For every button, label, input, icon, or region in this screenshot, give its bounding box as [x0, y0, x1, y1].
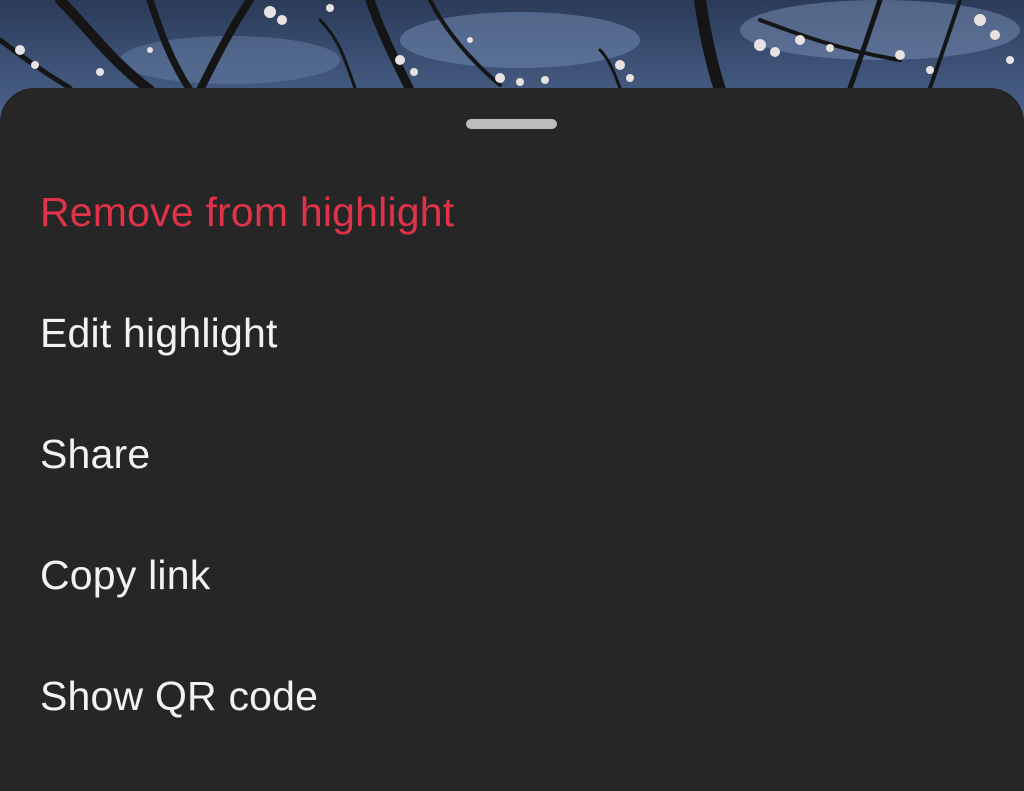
edit-highlight-item[interactable]: Edit highlight	[0, 273, 1024, 394]
show-qr-code-item[interactable]: Show QR code	[0, 636, 1024, 757]
copy-link-item[interactable]: Copy link	[0, 515, 1024, 636]
drag-handle[interactable]	[466, 119, 557, 129]
bottom-sheet: Remove from highlight Edit highlight Sha…	[0, 88, 1024, 791]
share-item[interactable]: Share	[0, 394, 1024, 515]
remove-from-highlight-item[interactable]: Remove from highlight	[0, 152, 1024, 273]
highlight-options-menu: Remove from highlight Edit highlight Sha…	[0, 152, 1024, 757]
